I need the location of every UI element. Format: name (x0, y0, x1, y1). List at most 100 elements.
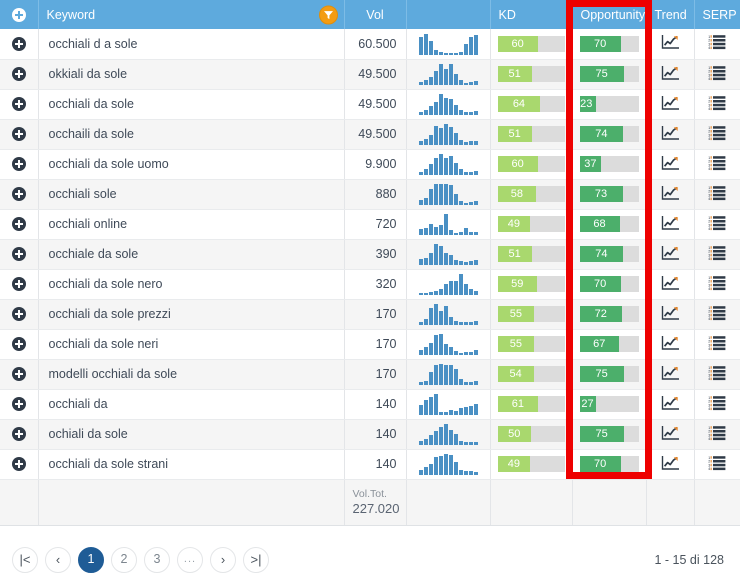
serp-cell[interactable]: 1234 (694, 89, 740, 120)
add-keyword-cell[interactable] (0, 179, 39, 210)
add-keyword-cell[interactable] (0, 239, 39, 270)
table-row[interactable]: occhiali d a sole 60.500 60 70 1 2 3 4 (0, 29, 740, 60)
trend-chart-icon[interactable] (661, 365, 680, 384)
serp-cell[interactable]: 1234 (694, 29, 740, 60)
keyword-cell[interactable]: ochiali da sole (38, 419, 345, 450)
trend-cell[interactable] (646, 329, 695, 360)
trend-chart-icon[interactable] (661, 305, 680, 324)
column-header-opportunity[interactable]: Opportunity (572, 0, 647, 29)
serp-cell[interactable]: 1234 (694, 299, 740, 330)
add-keyword-cell[interactable] (0, 59, 39, 90)
serp-cell[interactable]: 1234 (694, 179, 740, 210)
trend-chart-icon[interactable] (661, 65, 680, 84)
table-row[interactable]: occhaili da sole 49.500 51 74 1 2 3 4 (0, 119, 740, 150)
keyword-cell[interactable]: occhiali d a sole (38, 29, 345, 60)
keyword-cell[interactable]: occhiale da sole (38, 239, 345, 270)
add-keyword-cell[interactable] (0, 359, 39, 390)
add-keyword-cell[interactable] (0, 389, 39, 420)
add-keyword-cell[interactable] (0, 89, 39, 120)
column-header-kd[interactable]: KD (490, 0, 573, 29)
trend-cell[interactable] (646, 89, 695, 120)
serp-list-icon[interactable]: 1234 (708, 185, 726, 204)
serp-list-icon[interactable]: 1234 (708, 365, 726, 384)
trend-chart-icon[interactable] (661, 245, 680, 264)
serp-cell[interactable]: 1234 (694, 449, 740, 480)
plus-circle-icon[interactable] (11, 427, 26, 442)
pagination-last-button[interactable]: >| (243, 546, 269, 573)
plus-circle-icon[interactable] (11, 247, 26, 262)
serp-list-icon[interactable]: 1234 (708, 335, 726, 354)
table-row[interactable]: occhiali da sole nero 320 59 70 1 2 3 4 (0, 269, 740, 300)
trend-chart-icon[interactable] (661, 95, 680, 114)
add-keyword-cell[interactable] (0, 329, 39, 360)
pagination-page-1[interactable]: 1 (78, 546, 104, 573)
trend-cell[interactable] (646, 299, 695, 330)
table-row[interactable]: occhiali sole 880 58 73 1 2 3 4 (0, 179, 740, 210)
serp-cell[interactable]: 1234 (694, 389, 740, 420)
serp-list-icon[interactable]: 1234 (708, 425, 726, 444)
plus-circle-icon[interactable] (11, 277, 26, 292)
table-row[interactable]: occhiali da 140 61 27 1 2 3 4 (0, 389, 740, 420)
keyword-cell[interactable]: occhiali da sole uomo (38, 149, 345, 180)
serp-list-icon[interactable]: 1234 (708, 275, 726, 294)
serp-list-icon[interactable]: 1234 (708, 395, 726, 414)
keyword-cell[interactable]: occhiali da sole strani (38, 449, 345, 480)
trend-chart-icon[interactable] (661, 215, 680, 234)
plus-circle-icon[interactable] (11, 67, 26, 82)
trend-chart-icon[interactable] (661, 395, 680, 414)
add-keyword-cell[interactable] (0, 449, 39, 480)
trend-cell[interactable] (646, 239, 695, 270)
trend-cell[interactable] (646, 269, 695, 300)
serp-list-icon[interactable]: 1234 (708, 95, 726, 114)
trend-chart-icon[interactable] (661, 455, 680, 474)
trend-cell[interactable] (646, 209, 695, 240)
serp-cell[interactable]: 1234 (694, 329, 740, 360)
table-row[interactable]: occhiali da sole 49.500 64 23 1 2 3 4 (0, 89, 740, 120)
plus-circle-icon[interactable] (11, 337, 26, 352)
serp-list-icon[interactable]: 1234 (708, 215, 726, 234)
serp-cell[interactable]: 1234 (694, 419, 740, 450)
trend-cell[interactable] (646, 119, 695, 150)
keyword-cell[interactable]: occhiali da sole nero (38, 269, 345, 300)
serp-cell[interactable]: 1234 (694, 239, 740, 270)
keyword-cell[interactable]: occhiali da (38, 389, 345, 420)
trend-cell[interactable] (646, 59, 695, 90)
keyword-cell[interactable]: occhiali sole (38, 179, 345, 210)
keyword-cell[interactable]: occhiali da sole (38, 89, 345, 120)
serp-list-icon[interactable]: 1234 (708, 305, 726, 324)
table-row[interactable]: occhiali da sole prezzi 170 55 72 1 2 3 4 (0, 299, 740, 330)
plus-circle-icon[interactable] (11, 217, 26, 232)
trend-chart-icon[interactable] (661, 125, 680, 144)
plus-circle-icon[interactable] (11, 7, 26, 22)
plus-circle-icon[interactable] (11, 397, 26, 412)
plus-circle-icon[interactable] (11, 187, 26, 202)
serp-list-icon[interactable]: 1234 (708, 155, 726, 174)
table-row[interactable]: occhiali da sole strani 140 49 70 1 2 3 4 (0, 449, 740, 480)
add-keyword-cell[interactable] (0, 299, 39, 330)
trend-cell[interactable] (646, 29, 695, 60)
plus-circle-icon[interactable] (11, 37, 26, 52)
serp-list-icon[interactable]: 1234 (708, 455, 726, 474)
pagination-first-button[interactable]: |< (12, 546, 38, 573)
trend-chart-icon[interactable] (661, 185, 680, 204)
table-row[interactable]: okkiali da sole 49.500 51 75 1 2 3 4 (0, 59, 740, 90)
pagination-page-2[interactable]: 2 (111, 546, 137, 573)
trend-chart-icon[interactable] (661, 425, 680, 444)
table-row[interactable]: ochiali da sole 140 50 75 1 2 3 4 (0, 419, 740, 450)
column-header-add-all[interactable] (0, 0, 39, 29)
table-row[interactable]: occhiali da sole uomo 9.900 60 37 1 2 3 4 (0, 149, 740, 180)
trend-cell[interactable] (646, 359, 695, 390)
serp-list-icon[interactable]: 1234 (708, 125, 726, 144)
trend-cell[interactable] (646, 389, 695, 420)
keyword-cell[interactable]: occhaili da sole (38, 119, 345, 150)
keyword-cell[interactable]: occhiali online (38, 209, 345, 240)
pagination-page-3[interactable]: 3 (144, 546, 170, 573)
filter-funnel-icon[interactable] (318, 5, 338, 24)
keyword-cell[interactable]: okkiali da sole (38, 59, 345, 90)
add-keyword-cell[interactable] (0, 209, 39, 240)
pagination-next-button[interactable]: › (210, 546, 236, 573)
serp-list-icon[interactable]: 1234 (708, 245, 726, 264)
serp-cell[interactable]: 1234 (694, 119, 740, 150)
keyword-cell[interactable]: occhiali da sole neri (38, 329, 345, 360)
column-header-vol[interactable]: Vol (344, 0, 407, 29)
